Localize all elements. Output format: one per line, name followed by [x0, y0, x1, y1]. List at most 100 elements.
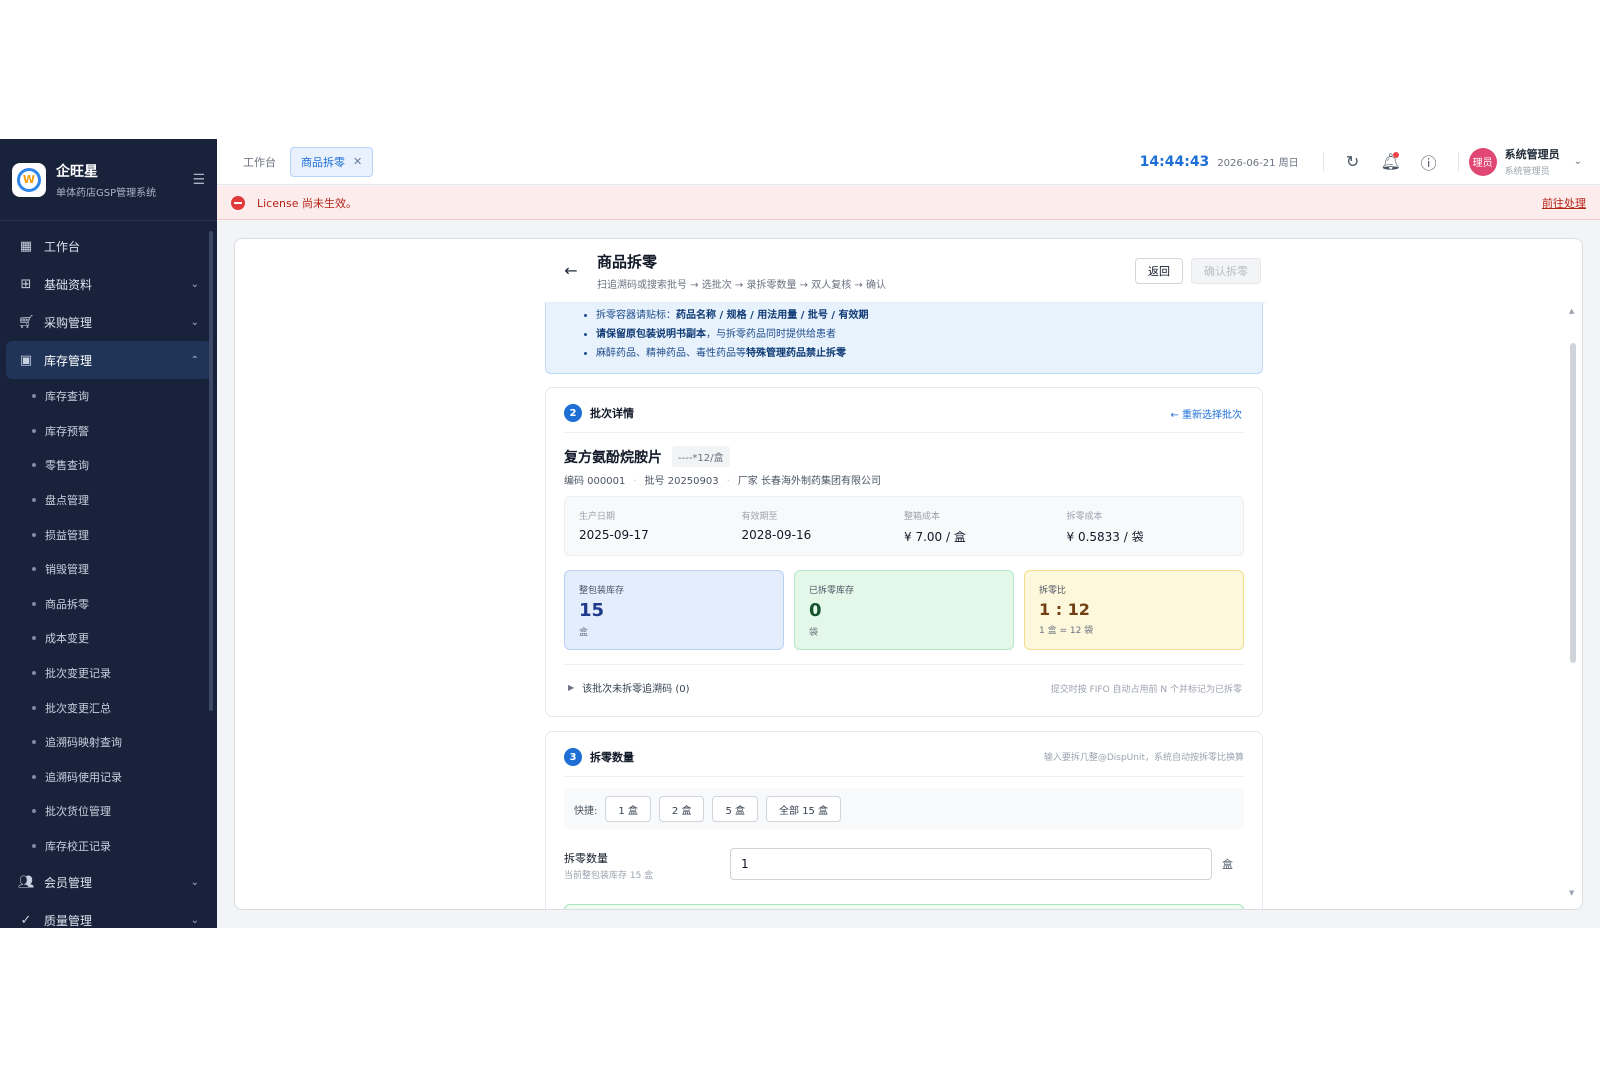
tab-workbench[interactable]: 工作台	[243, 154, 276, 170]
sidebar-item-label: 工作台	[44, 239, 81, 254]
scroll-up-icon[interactable]: ▲	[1569, 307, 1574, 315]
info-value: 2025-09-17	[579, 528, 649, 542]
stat-unit: 盒	[579, 628, 589, 638]
manufacturer: 厂家 长春海外制药集团有限公司	[737, 476, 881, 487]
sidebar-subitem-active[interactable]: 商品拆零	[6, 587, 211, 622]
card-title: 3 拆零数量	[564, 748, 634, 766]
sidebar-subitem[interactable]: 销毁管理	[6, 552, 211, 587]
sidebar-item-inventory[interactable]: ▣ 库存管理 ⌃	[6, 341, 211, 379]
sidebar-item-label: 采购管理	[44, 315, 93, 330]
sidebar-subitem[interactable]: 损益管理	[6, 517, 211, 552]
batch-info-box: 生产日期 2025-09-17 有效期至 2028-09-16 整箱成本 ¥ 7.00…	[564, 496, 1244, 556]
bullet-icon	[32, 774, 36, 779]
info-value: ¥ 7.00 / 盒	[904, 530, 966, 544]
sidebar-subitem-label: 追溯码映射查询	[45, 736, 122, 750]
sidebar-subitem-label: 追溯码使用记录	[45, 770, 122, 784]
stat-label: 拆零比	[1039, 586, 1067, 596]
sidebar-subitem[interactable]: 库存校正记录	[6, 829, 211, 864]
logo-mark: W	[17, 167, 41, 192]
stat-whole-stock: 整包装库存 15 盒	[564, 570, 784, 650]
notice-item: 请保留原包装说明书副本，与拆零药品同时提供给患者	[596, 325, 1262, 344]
sidebar-item-quality[interactable]: ✓ 质量管理 ⌄	[6, 901, 211, 928]
stat-value: 1 : 12	[1039, 600, 1090, 619]
bullet-icon	[32, 740, 36, 745]
back-arrow-icon[interactable]: ←	[551, 261, 591, 280]
back-button[interactable]: 返回	[1135, 257, 1183, 284]
sidebar-subitem[interactable]: 批次变更记录	[6, 656, 211, 691]
scroll-down-icon[interactable]: ▼	[1569, 889, 1574, 897]
reselect-batch-link[interactable]: ← 重新选择批次	[1170, 406, 1242, 421]
caret-right-icon: ▶	[568, 683, 575, 692]
refresh-icon[interactable]: ↻	[1340, 149, 1366, 175]
quick-all-button[interactable]: 全部 15 盒	[766, 796, 842, 822]
page-subtitle: 扫追溯码或搜索批号 → 选批次 → 录拆零数量 → 双人复核 → 确认	[597, 279, 886, 291]
bullet-icon	[32, 532, 36, 537]
sidebar-subitem[interactable]: 批次变更汇总	[6, 690, 211, 725]
sidebar-item-label: 会员管理	[44, 875, 93, 890]
sidebar-subitem[interactable]: 盘点管理	[6, 483, 211, 518]
notification-dot	[1392, 151, 1399, 158]
scroll-thumb[interactable]	[1570, 343, 1576, 663]
main-scrollbar[interactable]: ▲ ▼	[1569, 307, 1576, 897]
tab-split-goods[interactable]: 商品拆零 ✕	[290, 146, 374, 177]
sidebar-subitem[interactable]: 库存预警	[6, 414, 211, 449]
users-icon: 👥︎	[18, 874, 35, 890]
quick-2-box-button[interactable]: 2 盒	[658, 796, 705, 822]
notice-box: 拆零容器请贴标：药品名称 / 规格 / 用法用量 / 批号 / 有效期 请保留原…	[545, 295, 1263, 374]
drug-name-text: 复方氨酚烷胺片	[564, 449, 662, 466]
card-title: 2 批次详情	[564, 404, 634, 422]
confirm-split-button[interactable]: 确认拆零	[1191, 257, 1261, 284]
stat-label: 整包装库存	[579, 586, 625, 596]
drug-meta: 编码 000001 · 批号 20250903 · 厂家 长春海外制药集团有限公司	[564, 476, 881, 487]
batch-number: 批号 20250903	[644, 476, 719, 487]
trace-codes-toggle[interactable]: ▶ 该批次未拆零追溯码 (0)	[568, 680, 690, 695]
card-title-text: 拆零数量	[590, 751, 634, 764]
dashboard-icon: ▦	[19, 238, 33, 254]
main-panel: 拆零容器请贴标：药品名称 / 规格 / 用法用量 / 批号 / 有效期 请保留原…	[234, 238, 1583, 910]
chevron-down-icon[interactable]: ⌄	[1574, 156, 1582, 167]
trace-toggle-label: 该批次未拆零追溯码 (0)	[582, 684, 690, 695]
quick-1-box-button[interactable]: 1 盒	[605, 796, 651, 822]
quick-5-box-button[interactable]: 5 盒	[712, 796, 759, 822]
sidebar-item-basic-data[interactable]: ⊞ 基础资料 ⌄	[6, 265, 211, 303]
sidebar-subitem[interactable]: 批次货位管理	[6, 794, 211, 829]
page-content: 拆零容器请贴标：药品名称 / 规格 / 用法用量 / 批号 / 有效期 请保留原…	[545, 239, 1267, 909]
collapse-menu-icon[interactable]: ☰	[192, 172, 205, 188]
close-icon[interactable]: ✕	[353, 155, 362, 168]
quick-select-row: 快捷: 1 盒 2 盒 5 盒 全部 15 盒	[564, 788, 1244, 830]
license-action-link[interactable]: 前往处理	[1542, 195, 1586, 211]
card-title-text: 批次详情	[590, 407, 634, 420]
quantity-field-label: 拆零数量	[564, 852, 608, 865]
info-split-cost: 拆零成本 ¥ 0.5833 / 袋	[1067, 509, 1230, 544]
help-icon[interactable]: ⓘ	[1416, 149, 1442, 175]
sidebar-subitem-label: 库存查询	[45, 390, 89, 404]
sidebar-scrollbar[interactable]	[209, 231, 213, 711]
user-info[interactable]: 系统管理员 系统管理员	[1505, 146, 1560, 177]
sidebar-subitem-label: 批次变更记录	[45, 667, 111, 681]
sidebar-item-purchase[interactable]: 🛒︎ 采购管理 ⌄	[6, 303, 211, 341]
avatar[interactable]: 理员	[1468, 147, 1497, 176]
divider	[564, 776, 1244, 777]
sidebar-subitem[interactable]: 成本变更	[6, 621, 211, 656]
bell-icon[interactable]: 🔔︎	[1378, 149, 1404, 175]
drug-code: 编码 000001	[564, 476, 626, 487]
app-window: W 企旺星 单体药店GSP管理系统 ☰ ▦ 工作台 ⊞ 基础资料 ⌄ 🛒︎ 采购…	[0, 139, 1600, 928]
sidebar-subitem[interactable]: 零售查询	[6, 448, 211, 483]
sidebar-item-dashboard[interactable]: ▦ 工作台	[6, 227, 211, 265]
sidebar-subitem[interactable]: 追溯码映射查询	[6, 725, 211, 760]
spec-tag: ----*12/盒	[672, 446, 730, 467]
stat-value: 0	[809, 600, 822, 621]
sidebar-item-label: 库存管理	[44, 353, 93, 368]
split-quantity-input[interactable]	[730, 848, 1212, 880]
quantity-field-sub: 当前整包装库存 15 盒	[564, 871, 654, 881]
info-label: 整箱成本	[904, 512, 941, 522]
notice-item: 麻醉药品、精神药品、毒性药品等特殊管理药品禁止拆零	[596, 344, 1262, 363]
notice-text: 拆零容器请贴标：	[596, 310, 676, 321]
bullet-icon	[32, 705, 36, 710]
sidebar-subitem[interactable]: 追溯码使用记录	[6, 760, 211, 795]
step-badge: 2	[564, 404, 582, 422]
stat-split-stock: 已拆零库存 0 袋	[794, 570, 1014, 650]
info-expiry-date: 有效期至 2028-09-16	[742, 509, 905, 543]
sidebar-item-members[interactable]: 👥︎ 会员管理 ⌄	[6, 863, 211, 901]
sidebar-subitem[interactable]: 库存查询	[6, 379, 211, 414]
